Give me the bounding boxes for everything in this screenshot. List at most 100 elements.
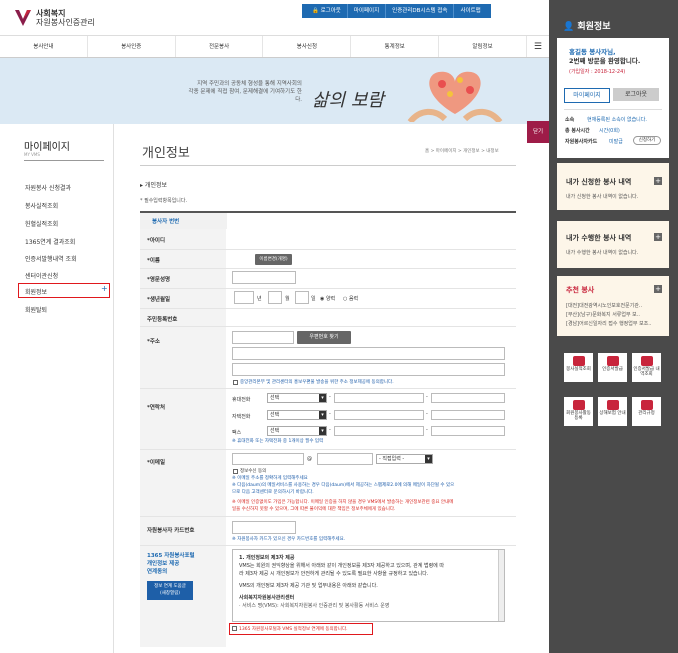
- applied-empty: 내가 신청한 봉사 내역이 없습니다.: [566, 194, 639, 200]
- recommend-item[interactable]: [부산](남구)문화복지 서류업무 보..: [566, 311, 640, 318]
- card-number-input[interactable]: [232, 521, 296, 534]
- lnb-item-withdraw[interactable]: 회원탈퇴: [25, 305, 47, 314]
- left-nav: 마이페이지 MY VMS 자원봉사 신청결과 봉사실적조회 헌혈실적조회 136…: [14, 124, 114, 653]
- terms-scroll-box[interactable]: 1. 개인정보의 제3자 제공 VMS는 회원의 권익향상을 위해서 아래와 같…: [232, 549, 505, 622]
- portal-help-button[interactable]: 정보 연계 도움글 (새창열림): [147, 581, 193, 600]
- mobile-mid-input[interactable]: [334, 393, 424, 403]
- fax-label: 팩스: [232, 430, 242, 436]
- gnb-item-apply[interactable]: 봉사신청: [263, 36, 352, 57]
- logout-link[interactable]: 🔒 로그아웃: [306, 4, 347, 18]
- hamburger-menu-icon[interactable]: ☰: [527, 36, 549, 57]
- top-header: 사회복지 자원봉사인증관리 🔒 로그아웃 마이페이지 인증관리DB시스템 접속 …: [0, 0, 549, 36]
- quick-service-record[interactable]: 봉사실적조회: [564, 353, 593, 382]
- required-note: * 필수입력항목입니다.: [140, 198, 188, 204]
- lunar-label: 음력: [348, 296, 359, 302]
- address-agree-checkbox[interactable]: [233, 380, 238, 385]
- birth-year-input[interactable]: [234, 291, 254, 304]
- email-agree-checkbox[interactable]: [233, 469, 238, 474]
- lnb-item-service-record[interactable]: 봉사실적조회: [25, 201, 58, 210]
- home-phone-label: 자택전화: [232, 414, 251, 420]
- terms-body-2: 라 제3자 제공 시 개인정보가 안전하게 관리될 수 있도록 필요한 사항을 …: [239, 571, 429, 577]
- contact-note: ※ 휴대전화 또는 자택전화 중 1개이상 필수 입력: [232, 439, 324, 444]
- site-logo[interactable]: 사회복지 자원봉사인증관리: [14, 8, 95, 28]
- lunar-radio[interactable]: ○ 음력: [343, 295, 358, 302]
- logo-line2: 자원봉사인증관리: [36, 18, 95, 27]
- home-prefix-select[interactable]: 선택: [267, 410, 327, 420]
- cert-history-icon: [640, 356, 653, 366]
- volunteer-number-label: 봉사자 번번: [152, 219, 180, 225]
- userid-label: *아이디: [147, 238, 166, 244]
- home-mid-input[interactable]: [334, 410, 424, 420]
- quick-label: 관리규정: [638, 411, 655, 416]
- recommend-item[interactable]: [대전]대전광역시노인보호전문기관..: [566, 302, 642, 309]
- lnb-item-1365-result[interactable]: 1365연계 결과조회: [25, 237, 75, 246]
- birth-month-input[interactable]: [268, 291, 282, 304]
- recommend-title: 추천 봉사: [566, 286, 595, 294]
- gnb-item-guide[interactable]: 봉사안내: [0, 36, 88, 57]
- quick-insurance[interactable]: 상해보험 안내: [598, 397, 627, 426]
- gnb-item-stats[interactable]: 통계정보: [351, 36, 440, 57]
- panel-logout-button[interactable]: 로그아웃: [613, 88, 659, 101]
- email-domain-input[interactable]: [317, 453, 373, 465]
- email-domain-select[interactable]: - 직접입력 -: [376, 454, 433, 464]
- email-id-input[interactable]: [232, 453, 304, 465]
- user-card: 홍길동 봉사자님, 2번째 방문을 환영합니다. (가입일자 : 2018-12…: [557, 38, 669, 158]
- db-system-link[interactable]: 인증관리DB시스템 접속: [385, 4, 453, 18]
- quick-cert-history[interactable]: 인증서발급 내역조회: [632, 353, 661, 382]
- lnb-item-member-info[interactable]: 회원정보: [25, 287, 47, 296]
- fax-mid-input[interactable]: [334, 426, 424, 436]
- address-input-2[interactable]: [232, 363, 505, 376]
- quick-label: 회원봉사활동 등록: [566, 411, 591, 421]
- portal-agree-checkbox[interactable]: [232, 626, 237, 631]
- close-panel-tab[interactable]: 닫기: [527, 121, 549, 143]
- lnb-item-center-transfer[interactable]: 센터이관신청: [25, 271, 58, 280]
- quick-regulations[interactable]: 관리규정: [632, 397, 661, 426]
- home-last-input[interactable]: [431, 410, 505, 420]
- name-label: *이름: [147, 258, 160, 264]
- zipcode-search-button[interactable]: 우편번호 찾기: [297, 331, 351, 344]
- quick-label: 봉사실적조회: [566, 367, 591, 372]
- solar-radio[interactable]: ◉ 양력: [320, 295, 335, 302]
- zipcode-input[interactable]: [232, 331, 294, 344]
- quick-label: 인증서발급: [602, 367, 623, 372]
- quick-label: 인증서발급 내역조회: [633, 367, 660, 377]
- birth-day-input[interactable]: [295, 291, 309, 304]
- quick-certificate[interactable]: 인증서발급: [598, 353, 627, 382]
- logout-label: 로그아웃: [320, 8, 341, 14]
- mobile-prefix-select[interactable]: 선택: [267, 393, 327, 403]
- gnb-item-notice[interactable]: 알림정보: [439, 36, 527, 57]
- fax-last-input[interactable]: [431, 426, 505, 436]
- lnb-item-blood-record[interactable]: 헌혈실적조회: [25, 219, 58, 228]
- terms-scrollbar[interactable]: [498, 550, 504, 621]
- recommend-item[interactable]: [경남]어르신일자리 접수 행정업무 보조..: [566, 320, 651, 327]
- fax-prefix-select[interactable]: 선택: [267, 426, 327, 436]
- quick-register-activity[interactable]: 회원봉사활동 등록: [564, 397, 593, 426]
- mypage-link[interactable]: 마이페이지: [346, 4, 385, 18]
- banner-text: 지역 주민과의 공동체 형성을 통해 지역사회의 각종 문제에 직접 참여, 문…: [186, 80, 302, 104]
- address-input-1[interactable]: [232, 347, 505, 360]
- affil-label: 소속: [565, 117, 575, 123]
- gnb-item-expert[interactable]: 전문봉사: [176, 36, 264, 57]
- portal-help-label: 정보 연계 도움글: [154, 584, 186, 589]
- terms-body-1: VMS는 회원의 권익향상을 위해서 아래와 같이 개인정보를 제3자 제공하고…: [239, 563, 444, 569]
- recommend-more-icon[interactable]: +: [654, 285, 662, 293]
- english-name-input[interactable]: [232, 271, 296, 284]
- sitemap-link[interactable]: 사이트맵: [453, 4, 486, 18]
- card-number-label: 자원봉사자 카드번호: [147, 528, 195, 534]
- applied-more-icon[interactable]: +: [654, 177, 662, 185]
- card-apply-button[interactable]: 신청하기: [633, 136, 661, 145]
- lnb-item-cert-history[interactable]: 인증서발행내역 조회: [25, 254, 77, 263]
- done-empty: 내가 수행한 봉사 내역이 없습니다.: [566, 250, 639, 256]
- mobile-last-input[interactable]: [431, 393, 505, 403]
- name-change-button[interactable]: 이름변경(개명): [255, 254, 292, 265]
- insurance-icon: [606, 400, 619, 410]
- greeting-visit: 2번째 방문을 환영합니다.: [569, 57, 641, 65]
- applied-section: 내가 신청한 봉사 내역 + 내가 신청한 봉사 내역이 없습니다.: [557, 163, 669, 210]
- gnb-item-cert[interactable]: 봉사인증: [88, 36, 176, 57]
- register-icon: [572, 400, 585, 410]
- done-more-icon[interactable]: +: [654, 233, 662, 241]
- logo-line1: 사회복지: [36, 9, 66, 18]
- lnb-item-apply-result[interactable]: 자원봉사 신청결과: [25, 183, 71, 192]
- recommend-section: 추천 봉사 + [대전]대전광역시노인보호전문기관.. [부산](남구)문화복지…: [557, 276, 669, 336]
- panel-mypage-button[interactable]: 마이페이지: [564, 88, 610, 103]
